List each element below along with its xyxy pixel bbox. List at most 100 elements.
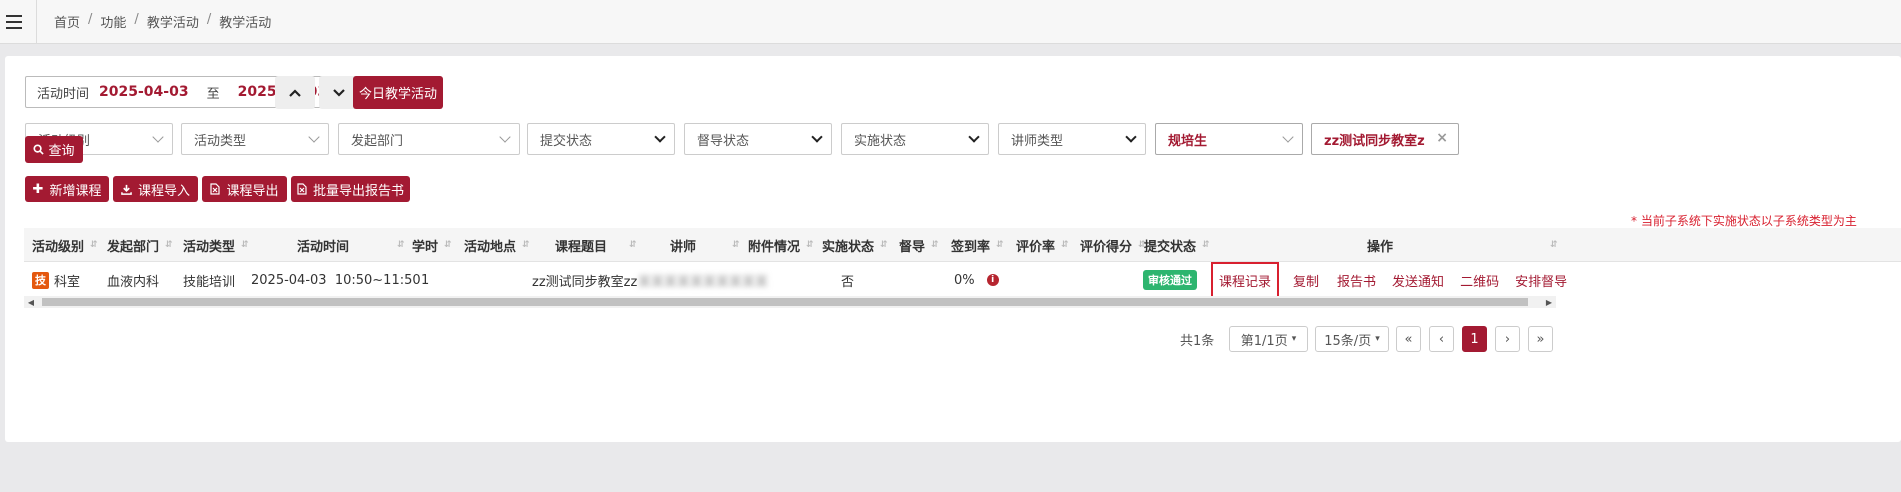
col-sign-rate[interactable]: 签到率 ⇵ [951,228,1004,262]
select-classroom[interactable]: zz测试同步教室z × [1311,123,1459,155]
menu-toggle-icon[interactable] [6,14,22,29]
chevron-down-icon [152,131,164,143]
col-lecturer[interactable]: 讲师 ⇵ [670,228,740,262]
today-activity-button[interactable]: 今日教学活动 [353,76,443,109]
sort-icon: ⇵ [732,240,740,250]
file-excel-icon [210,183,221,195]
first-page-button[interactable]: « [1396,326,1421,352]
course-record-link[interactable]: 课程记录 [1211,261,1280,299]
topbar-divider [36,0,37,44]
chevron-down-icon [499,131,511,143]
arrange-supervision-link[interactable]: 安排督导 [1515,271,1567,290]
import-course-button[interactable]: 课程导入 [113,176,198,202]
col-hours[interactable]: 学时 ⇵ [412,228,452,262]
main-panel: 活动时间 2025-04-03 至 2025-04-03 今日教学活动 活动级别… [5,56,1901,442]
col-submit-status[interactable]: 提交状态 ⇵ [1144,228,1210,262]
scroll-right-icon[interactable]: ▶ [1542,296,1556,308]
prev-page-button[interactable]: ‹ [1429,326,1454,352]
select-department[interactable]: 发起部门 [338,123,520,155]
date-to-label: 至 [206,86,220,102]
row-submit-status: 审核通过 [1143,262,1197,298]
skill-badge: 技 [32,271,49,289]
clear-icon[interactable]: × [1436,130,1448,146]
select-supervision-status[interactable]: 督导状态 [684,123,832,155]
row-course-title[interactable]: zz测试同步教室zz [532,262,637,298]
row-hours: 1 [421,272,430,288]
date-range-label: 活动时间 [37,86,90,102]
sort-icon: ⇵ [1202,240,1210,250]
col-location[interactable]: 活动地点 ⇵ [464,228,530,262]
next-page-button[interactable]: › [1495,326,1520,352]
sort-icon: ⇵ [629,240,637,250]
scroll-thumb[interactable] [42,298,1528,306]
horizontal-scrollbar[interactable]: ◀ ▶ [24,296,1556,308]
top-bar: 首页 / 功能 / 教学活动 / 教学活动 [0,0,1901,44]
status-badge: 审核通过 [1143,270,1197,290]
breadcrumb-separator: / [134,12,139,27]
page-select[interactable]: 第1/1页 ▾ [1229,326,1308,352]
sort-icon: ⇵ [931,240,939,250]
col-eval-rate[interactable]: 评价率 ⇵ [1016,228,1069,262]
chevron-down-icon [811,131,823,143]
select-supervision-status-label: 督导状态 [697,133,750,149]
breadcrumb-separator: / [206,12,212,27]
prev-day-button[interactable] [275,76,315,109]
import-course-label: 课程导入 [137,183,190,199]
qrcode-link[interactable]: 二维码 [1460,271,1499,290]
info-icon[interactable]: i [986,274,999,286]
col-activity-type[interactable]: 活动类型 ⇵ [183,228,249,262]
sort-icon: ⇵ [165,240,173,250]
page-1-button[interactable]: 1 [1462,326,1487,352]
chevron-down-icon [654,131,666,143]
select-trainee-label: 规培生 [1168,133,1208,149]
col-course-title[interactable]: 课程题目 ⇵ [555,228,637,262]
send-notice-link[interactable]: 发送通知 [1392,271,1444,290]
col-impl-status[interactable]: 实施状态 ⇵ [822,228,888,262]
chevron-down-icon [1282,131,1294,143]
sort-icon: ⇵ [522,240,530,250]
row-lecturer: 某某某某某某某某某某 [638,274,769,290]
query-button-label: 查询 [48,144,75,159]
select-activity-type[interactable]: 活动类型 [181,123,329,155]
chevron-down-icon: ▾ [1375,334,1380,344]
row-activity-time: 2025-04-03 10:50~11:50 [251,272,421,288]
last-page-button[interactable]: » [1528,326,1553,352]
col-department[interactable]: 发起部门 ⇵ [107,228,173,262]
chevron-down-icon [968,131,980,143]
sort-icon: ⇵ [996,240,1004,250]
select-implementation-status[interactable]: 实施状态 [841,123,989,155]
row-impl-status: 否 [841,274,855,290]
sort-icon: ⇵ [1061,240,1069,250]
query-button[interactable]: 查询 [25,136,83,163]
col-activity-time[interactable]: 活动时间 ⇵ [297,228,405,262]
select-submit-status-label: 提交状态 [540,133,593,149]
row-operations: 课程记录 复制 报告书 发送通知 二维码 安排督导 [1211,261,1567,299]
sort-icon: ⇵ [90,240,98,250]
copy-link[interactable]: 复制 [1293,271,1319,290]
breadcrumb-home[interactable]: 首页 [54,12,80,31]
col-attachment[interactable]: 附件情况 ⇵ [748,228,814,262]
chevron-down-icon [333,88,345,97]
select-lecturer-type[interactable]: 讲师类型 [998,123,1146,155]
select-submit-status[interactable]: 提交状态 [527,123,675,155]
batch-export-report-label: 批量导出报告书 [312,183,404,199]
row-department: 血液内科 [107,274,160,290]
col-operations-sort[interactable]: ⇵ [1544,228,1558,262]
batch-export-report-button[interactable]: 批量导出报告书 [291,176,410,202]
select-lecturer-type-label: 讲师类型 [1011,133,1064,149]
add-course-button[interactable]: ✚ 新增课程 [25,176,109,202]
breadcrumb-teaching[interactable]: 教学活动 [147,12,199,31]
report-link[interactable]: 报告书 [1337,271,1376,290]
sort-icon: ⇵ [241,240,249,250]
col-activity-level[interactable]: 活动级别 ⇵ [32,228,98,262]
file-excel-icon [297,183,307,195]
download-icon [121,184,132,195]
select-trainee[interactable]: 规培生 [1155,123,1303,155]
page-size-select[interactable]: 15条/页 ▾ [1315,326,1389,352]
export-course-button[interactable]: 课程导出 [202,176,287,202]
breadcrumb-function[interactable]: 功能 [100,12,126,31]
scroll-left-icon[interactable]: ◀ [24,296,38,308]
col-eval-score[interactable]: 评价得分 ⇵ [1080,228,1146,262]
date-start[interactable]: 2025-04-03 [99,84,189,100]
col-supervisor[interactable]: 督导 ⇵ [899,228,939,262]
